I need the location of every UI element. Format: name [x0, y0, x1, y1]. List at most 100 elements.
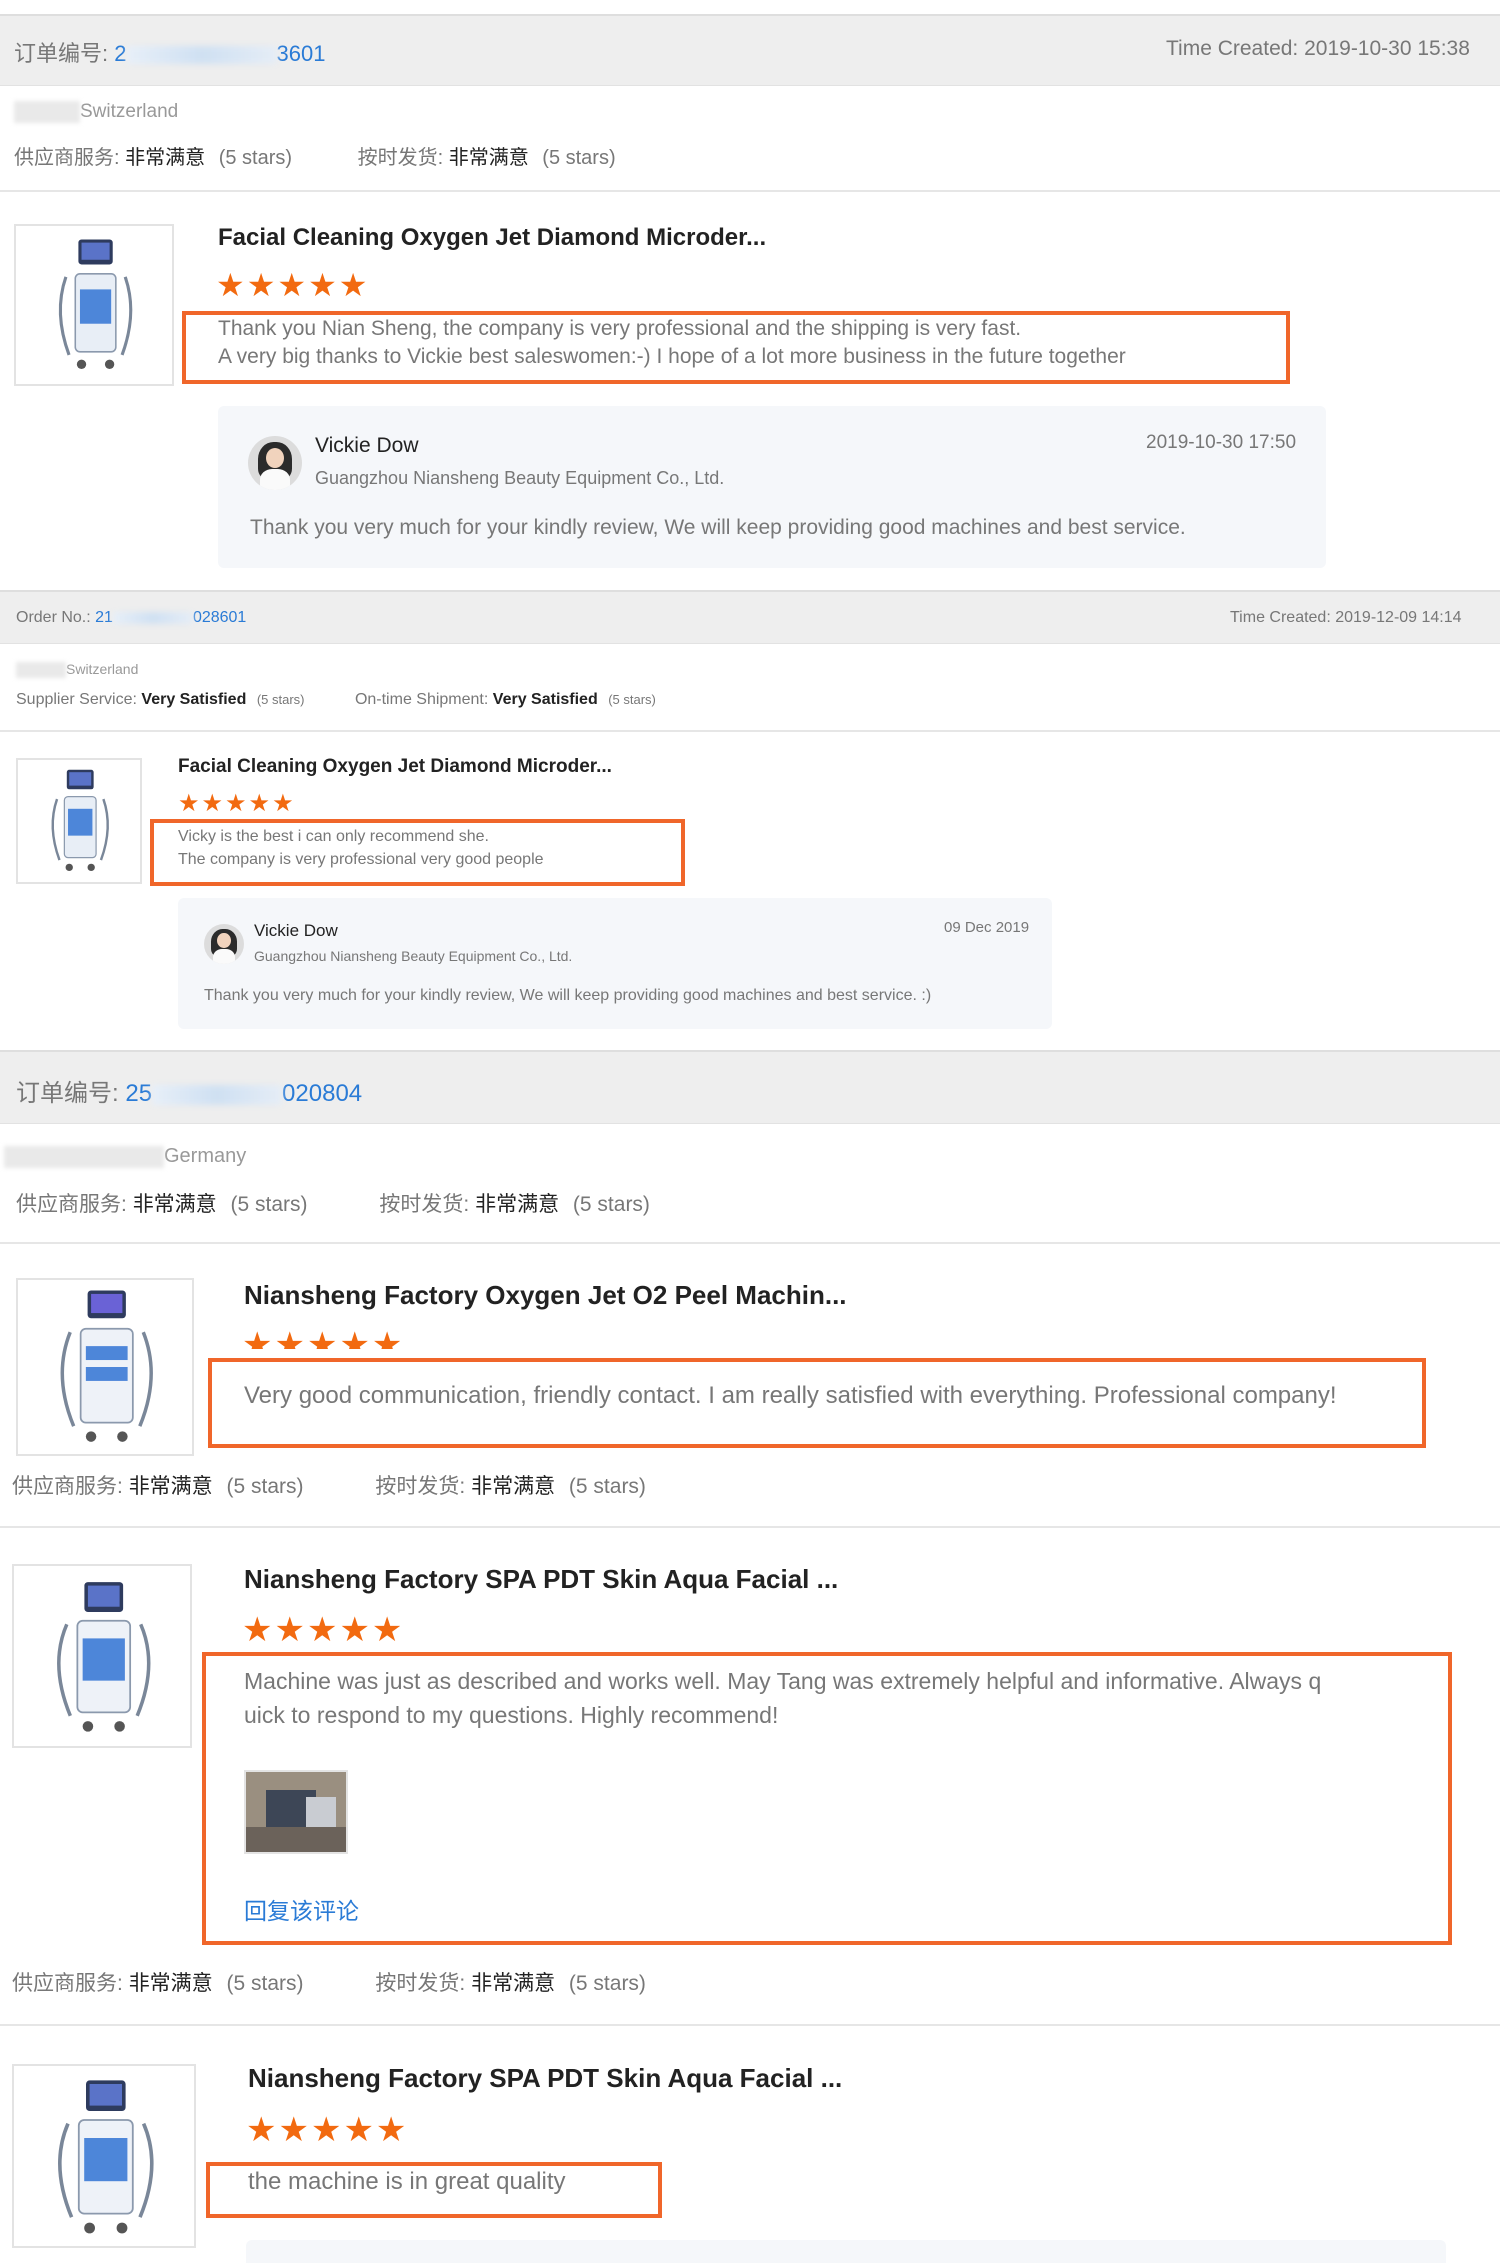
machine-image-icon [58, 2080, 154, 2234]
rating-summary: 供应商服务: 非常满意 (5 stars) 按时发货: 非常满意 (5 star… [14, 141, 616, 170]
shipment-value: 非常满意 [448, 147, 529, 169]
supplier-service-value: 非常满意 [128, 1475, 213, 1498]
time-created: Time Created: 2019-12-09 14:14 [1230, 609, 1462, 626]
supplier-service-stars: (5 stars) [218, 147, 293, 169]
reply-date: 09 Dec 2019 [944, 919, 1030, 936]
review-text: Very good communication, friendly contac… [244, 1382, 1337, 1409]
supplier-service-value: 非常满意 [128, 1972, 213, 1995]
shipment-label: 按时发货: [379, 1193, 470, 1216]
product-title[interactable]: Facial Cleaning Oxygen Jet Diamond Micro… [178, 756, 612, 778]
machine-image-icon [60, 1290, 153, 1442]
order-number-suffix[interactable]: 028601 [193, 609, 246, 626]
divider [0, 1242, 1500, 1244]
rating-stars: ★★★★★ [246, 2111, 409, 2149]
shipment-label: 按时发货: [375, 1972, 466, 1995]
shipment-stars: (5 stars) [568, 1972, 646, 1995]
rating-stars: ★★★★★ [242, 1326, 405, 1349]
order-number: Order No.: 21 028601 [16, 609, 246, 627]
product-thumbnail[interactable] [12, 2064, 196, 2248]
reply-text: Thank you very much for your kindly revi… [250, 516, 1186, 539]
supplier-service-label: 供应商服务: [12, 1972, 123, 1995]
divider [0, 190, 1500, 192]
buyer-country: Switzerland [66, 661, 139, 677]
shipment-stars: (5 stars) [568, 1475, 646, 1498]
redacted-blur [126, 46, 277, 65]
shipment-value: 非常满意 [471, 1972, 556, 1995]
rating-summary: 供应商服务: 非常满意 (5 stars) 按时发货: 非常满意 (5 star… [16, 1188, 650, 1218]
buyer-location: Germany [4, 1145, 246, 1168]
seller-avatar [204, 924, 244, 964]
shipment-label: 按时发货: [357, 147, 444, 169]
order-number: 订单编号: 2 3601 [14, 36, 325, 68]
redacted-blur [4, 1145, 164, 1168]
product-title[interactable]: Facial Cleaning Oxygen Jet Diamond Micro… [218, 224, 766, 252]
supplier-service-stars: (5 stars) [256, 692, 305, 707]
supplier-service-label: 供应商服务: [14, 147, 120, 169]
review-text-line1: Machine was just as described and works … [244, 1668, 1322, 1694]
supplier-service-stars: (5 stars) [226, 1972, 304, 1995]
review-text-line2: A very big thanks to Vickie best saleswo… [218, 345, 1126, 368]
product-title[interactable]: Niansheng Factory SPA PDT Skin Aqua Faci… [248, 2063, 842, 2094]
product-thumbnail[interactable] [14, 224, 174, 386]
supplier-service-value: Very Satisfied [141, 691, 247, 708]
review-text-line1: Vicky is the best i can only recommend s… [178, 828, 489, 845]
divider [0, 730, 1500, 732]
divider [0, 1526, 1500, 1528]
seller-avatar [248, 436, 302, 490]
reply-date: 2019-10-30 17:50 [1146, 432, 1297, 453]
order-number: 订单编号: 25 020804 [16, 1073, 362, 1108]
product-thumbnail[interactable] [12, 1564, 192, 1748]
shipment-stars: (5 stars) [542, 147, 616, 169]
rating-stars: ★★★★★ [178, 790, 296, 817]
order-number-suffix[interactable]: 3601 [277, 41, 326, 66]
order-number-prefix[interactable]: 21 [95, 609, 113, 626]
product-title[interactable]: Niansheng Factory SPA PDT Skin Aqua Faci… [244, 1564, 838, 1595]
order-number-prefix[interactable]: 25 [125, 1080, 152, 1107]
review-photo[interactable] [244, 1770, 348, 1854]
divider [0, 2024, 1500, 2026]
reply-text: Thank you very much for your kindly revi… [204, 987, 932, 1004]
redacted-blur [16, 662, 66, 679]
machine-image-icon [57, 1582, 151, 1732]
order-number-suffix[interactable]: 020804 [282, 1080, 362, 1107]
product-title[interactable]: Niansheng Factory Oxygen Jet O2 Peel Mac… [244, 1280, 847, 1311]
supplier-service-stars: (5 stars) [226, 1475, 304, 1498]
reply-company: Guangzhou Niansheng Beauty Equipment Co.… [254, 948, 573, 964]
buyer-country: Switzerland [80, 101, 179, 123]
supplier-service-stars: (5 stars) [230, 1193, 308, 1216]
rating-summary: 供应商服务: 非常满意 (5 stars) 按时发货: 非常满意 (5 star… [12, 1470, 646, 1500]
review-text-line1: Thank you Nian Sheng, the company is ver… [218, 317, 1022, 340]
reply-author: Vickie Dow [254, 921, 338, 940]
supplier-service-value: 非常满意 [132, 1193, 217, 1216]
supplier-service-label: Supplier Service: [16, 691, 137, 708]
shipment-stars: (5 stars) [608, 692, 656, 707]
shipment-label: 按时发货: [375, 1475, 466, 1498]
rating-stars: ★★★★★ [242, 1611, 405, 1649]
order-number-label: 订单编号: [16, 1080, 119, 1107]
order-number-prefix[interactable]: 2 [114, 41, 126, 66]
buyer-location: Switzerland [14, 101, 178, 123]
shipment-label: On-time Shipment: [354, 691, 489, 708]
buyer-location: Switzerland [16, 661, 139, 679]
supplier-service-label: 供应商服务: [12, 1475, 123, 1498]
machine-image-icon [51, 769, 109, 872]
review-text-line2: uick to respond to my questions. Highly … [244, 1702, 779, 1728]
reply-review-link[interactable]: 回复该评论 [244, 1892, 359, 1926]
reply-company: Guangzhou Niansheng Beauty Equipment Co.… [315, 468, 725, 488]
redacted-blur [112, 611, 193, 624]
review-text: the machine is in great quality [248, 2168, 566, 2195]
time-created: Time Created: 2019-10-30 15:38 [1166, 37, 1470, 60]
shipment-value: 非常满意 [475, 1193, 560, 1216]
product-thumbnail[interactable] [16, 758, 142, 884]
rating-stars: ★★★★★ [216, 267, 370, 303]
redacted-blur [152, 1084, 283, 1105]
shipment-stars: (5 stars) [572, 1193, 650, 1216]
rating-summary: 供应商服务: 非常满意 (5 stars) 按时发货: 非常满意 (5 star… [12, 1967, 646, 1997]
shipment-value: Very Satisfied [492, 691, 598, 708]
shipment-value: 非常满意 [471, 1475, 556, 1498]
supplier-service-value: 非常满意 [125, 147, 206, 169]
buyer-country: Germany [164, 1145, 247, 1167]
review-text-line2: The company is very professional very go… [178, 851, 544, 868]
rating-summary: Supplier Service: Very Satisfied (5 star… [16, 691, 656, 709]
product-thumbnail[interactable] [16, 1278, 194, 1456]
